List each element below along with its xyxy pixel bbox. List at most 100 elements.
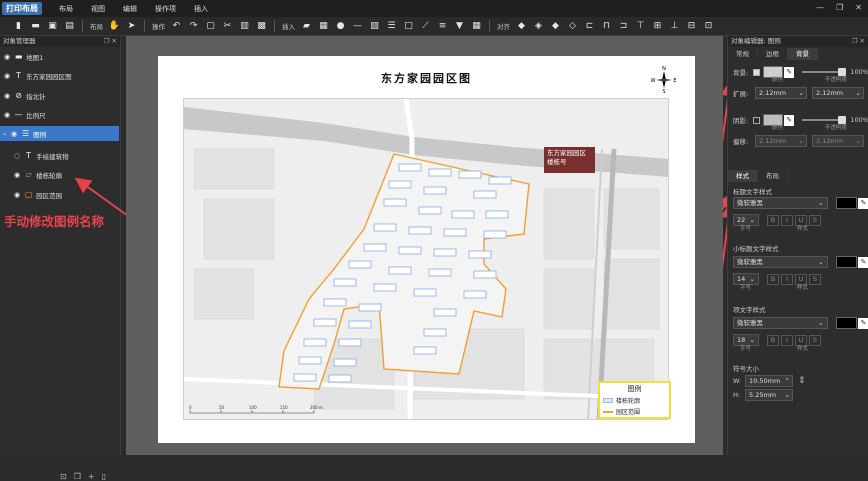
subtitle-font-row: 微软雅黑 ⌄ ✎: [728, 255, 868, 269]
expand-y-input[interactable]: 2.12mm ⌄: [812, 87, 864, 99]
tab-border[interactable]: 边框: [758, 48, 788, 60]
lock-icon[interactable]: ⊡: [60, 472, 67, 481]
symbol-height-value: 5.25mm: [749, 391, 777, 399]
compass-e: E: [673, 78, 676, 84]
title-font-value: 微软雅黑: [737, 199, 763, 207]
style-caption: 样式: [797, 346, 809, 352]
color-caption: 颜色: [772, 77, 784, 83]
symbol-height-label: H:: [733, 391, 741, 399]
object-manager-footer: ⊡ ❐ + ▯: [60, 472, 106, 481]
page-title[interactable]: 东方家园园区图: [158, 70, 695, 86]
subtitle-captions: 字号 样式: [728, 283, 868, 291]
map-legend[interactable]: 图例 楼栋轮廓 园区范围: [598, 381, 671, 419]
subtitle-color-swatch[interactable]: [835, 256, 858, 268]
offset-x-input[interactable]: 2.12mm ⌄: [755, 135, 807, 147]
legend-item: 园区范围: [603, 407, 666, 416]
title-font-select[interactable]: 微软雅黑 ⌄: [733, 197, 828, 209]
symbol-size-label: 符号大小: [733, 365, 759, 373]
tab-layout[interactable]: 布局: [758, 170, 788, 182]
legend-item-label: 园区范围: [616, 409, 641, 416]
opacity-caption: 不透明度: [825, 77, 848, 83]
item-style-label: 项文字样式: [733, 306, 766, 314]
tab-general[interactable]: 常规: [728, 48, 758, 60]
annotation-text: 手动修改图例名称: [4, 214, 105, 229]
object-editor-title: 对象编辑器: 图例: [731, 37, 781, 45]
expand-row: 扩展: 2.12mm ⌄ 2.12mm ⌄: [728, 86, 868, 100]
shadow-opacity-slider[interactable]: [802, 116, 847, 124]
eyedropper-icon[interactable]: ✎: [858, 197, 868, 209]
symbol-height-input[interactable]: 5.25mm ⌄: [745, 389, 793, 401]
symbol-width-value: 10.50mm: [749, 377, 781, 385]
compass-n: N: [662, 66, 666, 72]
compass-w: W: [651, 78, 656, 84]
symbol-width-label: W:: [733, 377, 742, 385]
object-editor-panel: 对象编辑器: 图例 ❐ ✕ 常规 边框 背景 背景: ✎ 100% 颜色 不透明…: [727, 36, 868, 455]
title-font-row: 微软雅黑 ⌄ ✎: [728, 196, 868, 210]
scale-label: 50: [219, 405, 225, 410]
link-ratio-icon[interactable]: ⇕: [798, 376, 806, 386]
shadow-captions: 颜色 不透明度: [728, 123, 868, 131]
tab-style[interactable]: 样式: [728, 170, 758, 182]
color-caption: 颜色: [772, 125, 784, 131]
map-frame[interactable]: 0 50 100 150 200 m: [183, 98, 669, 420]
style-caption: 样式: [797, 285, 809, 291]
expand-label: 扩展:: [733, 90, 749, 98]
spinner-icon[interactable]: ⌄: [799, 136, 804, 146]
offset-row: 偏移: 2.12mm ⌄ 2.12mm ⌄: [728, 134, 868, 148]
compass-icon[interactable]: N S W E: [651, 64, 677, 94]
callout-line2: 楼栋号: [547, 158, 567, 166]
spinner-icon[interactable]: ⌄: [799, 88, 804, 98]
spinner-icon[interactable]: ⌄: [785, 390, 790, 400]
tab-background[interactable]: 背景: [788, 48, 818, 60]
add-icon[interactable]: +: [88, 472, 95, 481]
expand-x-value: 2.12mm: [759, 89, 787, 97]
legend-item-label: 楼栋轮廓: [616, 398, 641, 405]
item-font-value: 微软雅黑: [737, 319, 763, 327]
legend-item: 楼栋轮廓: [603, 396, 666, 405]
eyedropper-icon[interactable]: ✎: [858, 317, 868, 329]
expand-x-input[interactable]: 2.12mm ⌄: [755, 87, 807, 99]
background-opacity-slider[interactable]: [802, 68, 847, 76]
size-caption: 字号: [740, 226, 752, 232]
item-font-row: 微软雅黑 ⌄ ✎: [728, 316, 868, 330]
spinner-icon[interactable]: ⌄: [856, 136, 861, 146]
item-font-select[interactable]: 微软雅黑 ⌄: [733, 317, 828, 329]
background-captions: 颜色 不透明度: [728, 75, 868, 83]
title-captions: 字号 样式: [728, 224, 868, 232]
panel-float-close-icon[interactable]: ❐ ✕: [852, 36, 865, 47]
map-svg: 0 50 100 150 200 m: [184, 99, 668, 419]
layout-canvas[interactable]: 东方家园园区图 N S W E 0 50 100 150 200 m 东方家园园…: [126, 36, 723, 455]
subtitle-font-select[interactable]: 微软雅黑 ⌄: [733, 256, 828, 268]
item-color-swatch[interactable]: [835, 317, 858, 329]
offset-y-value: 2.12mm: [816, 137, 844, 145]
chevron-down-icon: ⌄: [818, 258, 824, 266]
opacity-caption: 不透明度: [825, 125, 848, 131]
duplicate-icon[interactable]: ❐: [74, 472, 81, 481]
style-caption: 样式: [797, 226, 809, 232]
symbol-width-row: W: 10.50mm ⌃ ⇕: [728, 374, 868, 388]
spinner-icon[interactable]: ⌄: [856, 88, 861, 98]
size-caption: 字号: [740, 285, 752, 291]
style-tabs: 样式 布局: [728, 170, 788, 182]
offset-x-value: 2.12mm: [759, 137, 787, 145]
eyedropper-icon[interactable]: ✎: [858, 256, 868, 268]
title-color-swatch[interactable]: [835, 197, 858, 209]
print-page[interactable]: 东方家园园区图 N S W E 0 50 100 150 200 m 东方家园园…: [158, 56, 695, 443]
expand-y-value: 2.12mm: [816, 89, 844, 97]
editor-tabs: 常规 边框 背景: [728, 48, 868, 60]
size-caption: 字号: [740, 346, 752, 352]
spinner-icon[interactable]: ⌃: [785, 376, 790, 386]
offset-label: 偏移:: [733, 138, 749, 146]
offset-y-input[interactable]: 2.12mm ⌄: [812, 135, 864, 147]
trash-icon[interactable]: ▯: [102, 472, 106, 481]
chevron-down-icon: ⌄: [818, 319, 824, 327]
symbol-width-input[interactable]: 10.50mm ⌃: [745, 375, 793, 387]
subtitle-font-value: 微软雅黑: [737, 258, 763, 266]
compass-s: S: [662, 89, 665, 94]
scale-label: 100: [249, 405, 257, 410]
map-callout[interactable]: 东方家园园区 楼栋号: [544, 147, 595, 173]
scale-label: 150: [280, 405, 288, 410]
scale-label: 200 m: [310, 405, 323, 410]
title-style-label: 标题文字样式: [733, 188, 772, 196]
legend-title: 图例: [627, 385, 642, 393]
